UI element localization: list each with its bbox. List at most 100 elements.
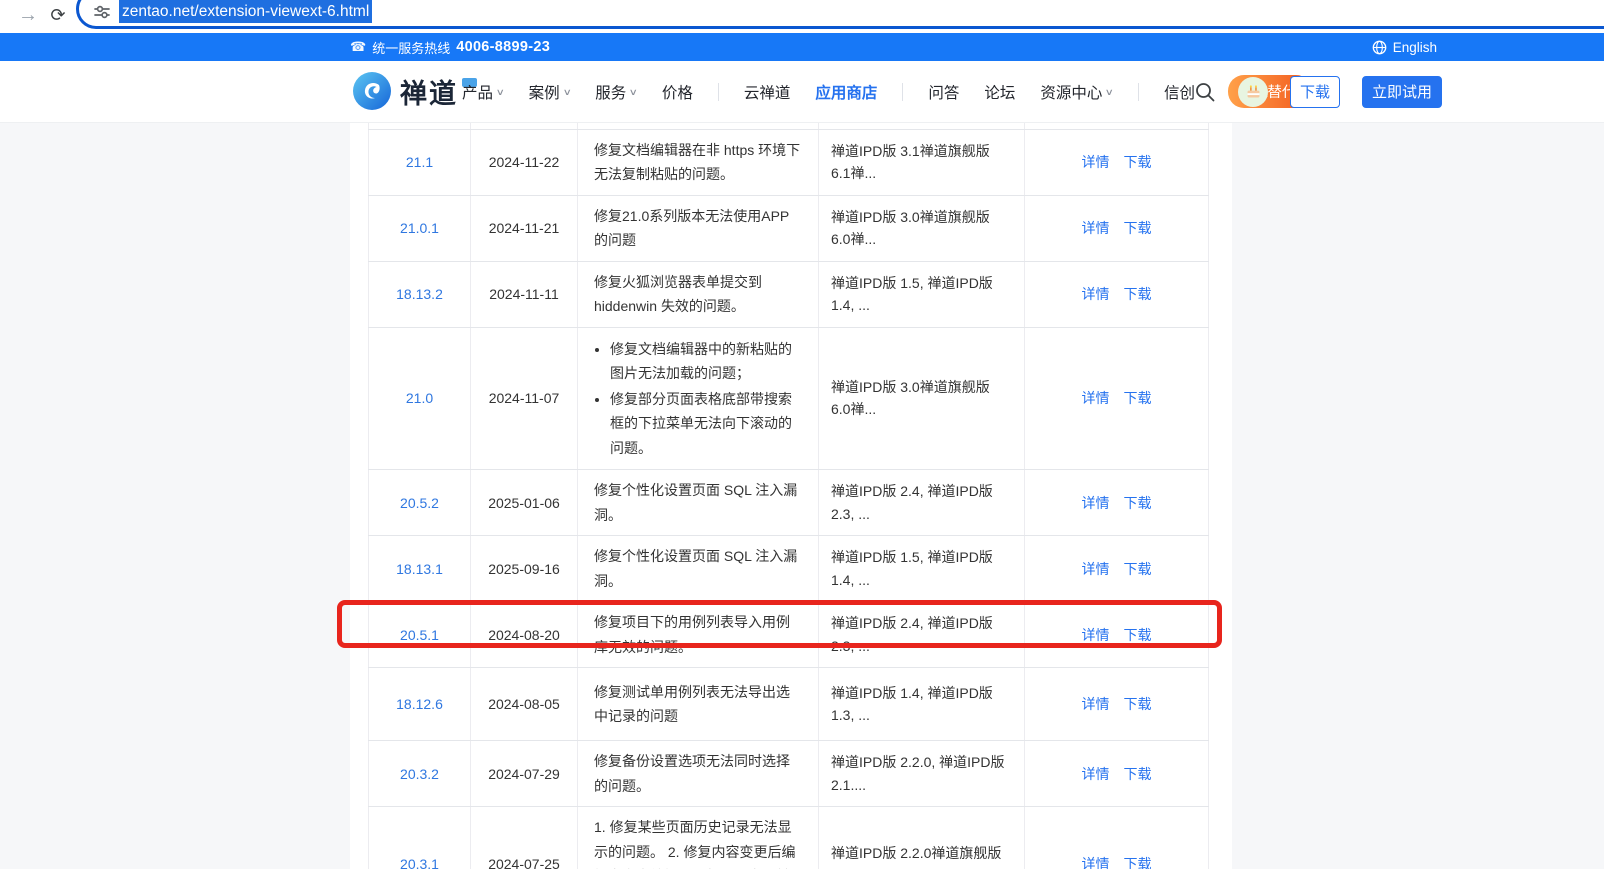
nav-item-10[interactable]: 资源中心 ∨ xyxy=(1040,81,1114,103)
hotline-number: 4006-8899-23 xyxy=(456,39,551,55)
nav-item-8[interactable]: 问答 xyxy=(928,81,959,103)
anniversary-cake-icon[interactable] xyxy=(1238,76,1268,107)
try-now-button[interactable]: 立即试用 xyxy=(1362,75,1442,108)
address-bar[interactable]: zentao.net/extension-viewext-6.html xyxy=(76,0,1604,29)
download-button[interactable]: 下载 xyxy=(1290,75,1340,108)
nav-item-6[interactable]: 应用商店 xyxy=(815,81,877,103)
language-label: English xyxy=(1392,39,1437,55)
nav-item-label: 价格 xyxy=(661,84,693,102)
table-row: 20.5.1 2024-08-20 修复项目下的用例列表导入用例库无效的问题。 … xyxy=(368,601,1209,668)
release-date: 2024-11-11 xyxy=(470,260,578,328)
release-date: 2024-08-20 xyxy=(470,601,578,668)
version-link[interactable]: 18.12.6 xyxy=(396,696,443,712)
release-description: 修复火狐浏览器表单提交到 hiddenwin 失效的问题。 xyxy=(577,260,819,328)
release-date: 2024-11-07 xyxy=(470,326,578,470)
language-switch[interactable]: English xyxy=(1372,33,1437,61)
chevron-down-icon: ∨ xyxy=(628,87,639,97)
detail-link[interactable]: 详情 xyxy=(1082,154,1110,170)
release-description: 修复个性化设置页面 SQL 注入漏洞。 xyxy=(577,469,819,536)
affected-versions: 禅道IPD版 3.1禅道旗舰版 6.1禅... xyxy=(818,128,1025,196)
release-description: 修复项目下的用例列表导入用例库无效的问题。 xyxy=(577,601,819,668)
zentao-logo[interactable]: 禅道 xyxy=(352,71,477,111)
download-link[interactable]: 下载 xyxy=(1124,561,1152,577)
affected-versions: 禅道IPD版 2.2.0禅道旗舰版 5.2.... xyxy=(818,806,1025,869)
nav-item-label: 案例 xyxy=(528,84,560,102)
download-link[interactable]: 下载 xyxy=(1124,286,1152,302)
phone-icon: ☎ xyxy=(350,39,367,54)
logo-wordmark: 禅道 xyxy=(400,78,458,109)
url-text[interactable]: zentao.net/extension-viewext-6.html xyxy=(119,0,373,23)
hotline-label: 统一服务热线 xyxy=(372,40,451,56)
table-row: 21.1 2024-11-22 修复文档编辑器在非 https 环境下无法复制粘… xyxy=(368,128,1209,196)
detail-link[interactable]: 详情 xyxy=(1082,696,1110,712)
version-link[interactable]: 18.13.1 xyxy=(396,561,443,577)
release-description: 修复21.0系列版本无法使用APP的问题 xyxy=(577,194,819,262)
detail-link[interactable]: 详情 xyxy=(1082,766,1110,782)
version-link[interactable]: 20.3.1 xyxy=(400,856,439,869)
version-link[interactable]: 21.0.1 xyxy=(400,220,439,236)
detail-link[interactable]: 详情 xyxy=(1082,856,1110,869)
download-link[interactable]: 下载 xyxy=(1124,856,1152,869)
globe-icon xyxy=(1372,40,1387,54)
affected-versions: 禅道IPD版 1.5, 禅道IPD版 1.4, ... xyxy=(818,260,1025,328)
nav-item-label: 资源中心 xyxy=(1040,84,1103,102)
reload-icon[interactable]: ⟳ xyxy=(44,1,72,29)
nav-item-label: 服务 xyxy=(595,84,627,102)
detail-link[interactable]: 详情 xyxy=(1082,627,1110,643)
affected-versions: 禅道IPD版 3.0禅道旗舰版 6.0禅... xyxy=(818,194,1025,262)
table-row: 21.0.1 2024-11-21 修复21.0系列版本无法使用APP的问题 禅… xyxy=(368,194,1209,262)
download-link[interactable]: 下载 xyxy=(1124,696,1152,712)
nav-item-9[interactable]: 论坛 xyxy=(984,81,1015,103)
affected-versions: 禅道IPD版 2.4, 禅道IPD版 2.3, ... xyxy=(818,601,1025,668)
site-settings-icon[interactable] xyxy=(93,3,111,21)
nav-item-12[interactable]: 信创 xyxy=(1164,81,1195,103)
nav-divider xyxy=(902,82,904,101)
nav-item-3[interactable]: 价格 xyxy=(662,81,693,103)
nav-item-5[interactable]: 云禅道 xyxy=(744,81,791,103)
table-row: 20.3.2 2024-07-29 修复备份设置选项无法同时选择的问题。 禅道I… xyxy=(368,740,1209,807)
detail-link[interactable]: 详情 xyxy=(1082,561,1110,577)
version-link[interactable]: 21.0 xyxy=(406,390,433,406)
nav-right: 下载 立即试用 xyxy=(1194,61,1442,122)
search-icon[interactable] xyxy=(1194,81,1216,103)
nav-item-2[interactable]: 服务 ∨ xyxy=(595,81,639,103)
browser-toolbar: → ⟳ zentao.net/extension-viewext-6.html xyxy=(0,0,1604,33)
table-row: 20.3.1 2024-07-25 1. 修复某些页面历史记录无法显示的问题。 … xyxy=(368,806,1209,869)
detail-link[interactable]: 详情 xyxy=(1082,495,1110,511)
version-link[interactable]: 18.13.2 xyxy=(396,286,443,302)
download-link[interactable]: 下载 xyxy=(1124,220,1152,236)
description-bullet: 修复文档编辑器中的新粘贴的图片无法加载的问题； xyxy=(610,337,802,386)
description-bullet: 修复部分页面表格底部带搜索框的下拉菜单无法向下滚动的问题。 xyxy=(610,387,802,461)
release-description: 1. 修复某些页面历史记录无法显示的问题。 2. 修复内容变更后编辑富文本编辑器… xyxy=(577,806,819,869)
detail-link[interactable]: 详情 xyxy=(1082,286,1110,302)
affected-versions: 禅道IPD版 2.4, 禅道IPD版 2.3, ... xyxy=(818,469,1025,536)
table-row: 18.13.1 2025-09-16 修复个性化设置页面 SQL 注入漏洞。 禅… xyxy=(368,535,1209,602)
release-table-body: 21.1 2024-11-22 修复文档编辑器在非 https 环境下无法复制粘… xyxy=(368,122,1209,869)
forward-icon[interactable]: → xyxy=(14,1,42,29)
version-link[interactable]: 20.5.2 xyxy=(400,495,439,511)
version-link[interactable]: 20.5.1 xyxy=(400,627,439,643)
page-background: 21.1 2024-11-22 修复文档编辑器在非 https 环境下无法复制粘… xyxy=(0,122,1604,869)
table-row: 18.13.2 2024-11-11 修复火狐浏览器表单提交到 hiddenwi… xyxy=(368,260,1209,328)
download-link[interactable]: 下载 xyxy=(1124,766,1152,782)
release-date: 2024-07-25 xyxy=(470,806,578,869)
table-row: 18.12.6 2024-08-05 修复测试单用例列表无法导出选中记录的问题 … xyxy=(368,667,1209,741)
nav-divider xyxy=(1138,82,1140,101)
detail-link[interactable]: 详情 xyxy=(1082,220,1110,236)
detail-link[interactable]: 详情 xyxy=(1082,390,1110,406)
nav-item-1[interactable]: 案例 ∨ xyxy=(528,81,572,103)
download-link[interactable]: 下载 xyxy=(1124,495,1152,511)
affected-versions: 禅道IPD版 3.0禅道旗舰版 6.0禅... xyxy=(818,326,1025,470)
version-link[interactable]: 21.1 xyxy=(406,154,433,170)
site-topbar: ☎ 统一服务热线 4006-8899-23 English xyxy=(0,33,1604,61)
main-nav: 禅道 产品 ∨ 案例 ∨ 服务 ∨ 价格 云禅道 应用商店 问答 论坛 资源中心 ∨ 信创 Jira替代 下… xyxy=(0,61,1604,122)
release-description: 修复测试单用例列表无法导出选中记录的问题 xyxy=(577,667,819,741)
screen: → ⟳ zentao.net/extension-viewext-6.html … xyxy=(0,0,1604,869)
nav-item-0[interactable]: 产品 ∨ xyxy=(462,81,505,103)
download-link[interactable]: 下载 xyxy=(1124,154,1152,170)
nav-item-label: 信创 xyxy=(1164,84,1196,102)
release-date: 2024-11-22 xyxy=(470,128,578,196)
version-link[interactable]: 20.3.2 xyxy=(400,766,439,782)
download-link[interactable]: 下载 xyxy=(1124,390,1152,406)
download-link[interactable]: 下载 xyxy=(1124,627,1152,643)
